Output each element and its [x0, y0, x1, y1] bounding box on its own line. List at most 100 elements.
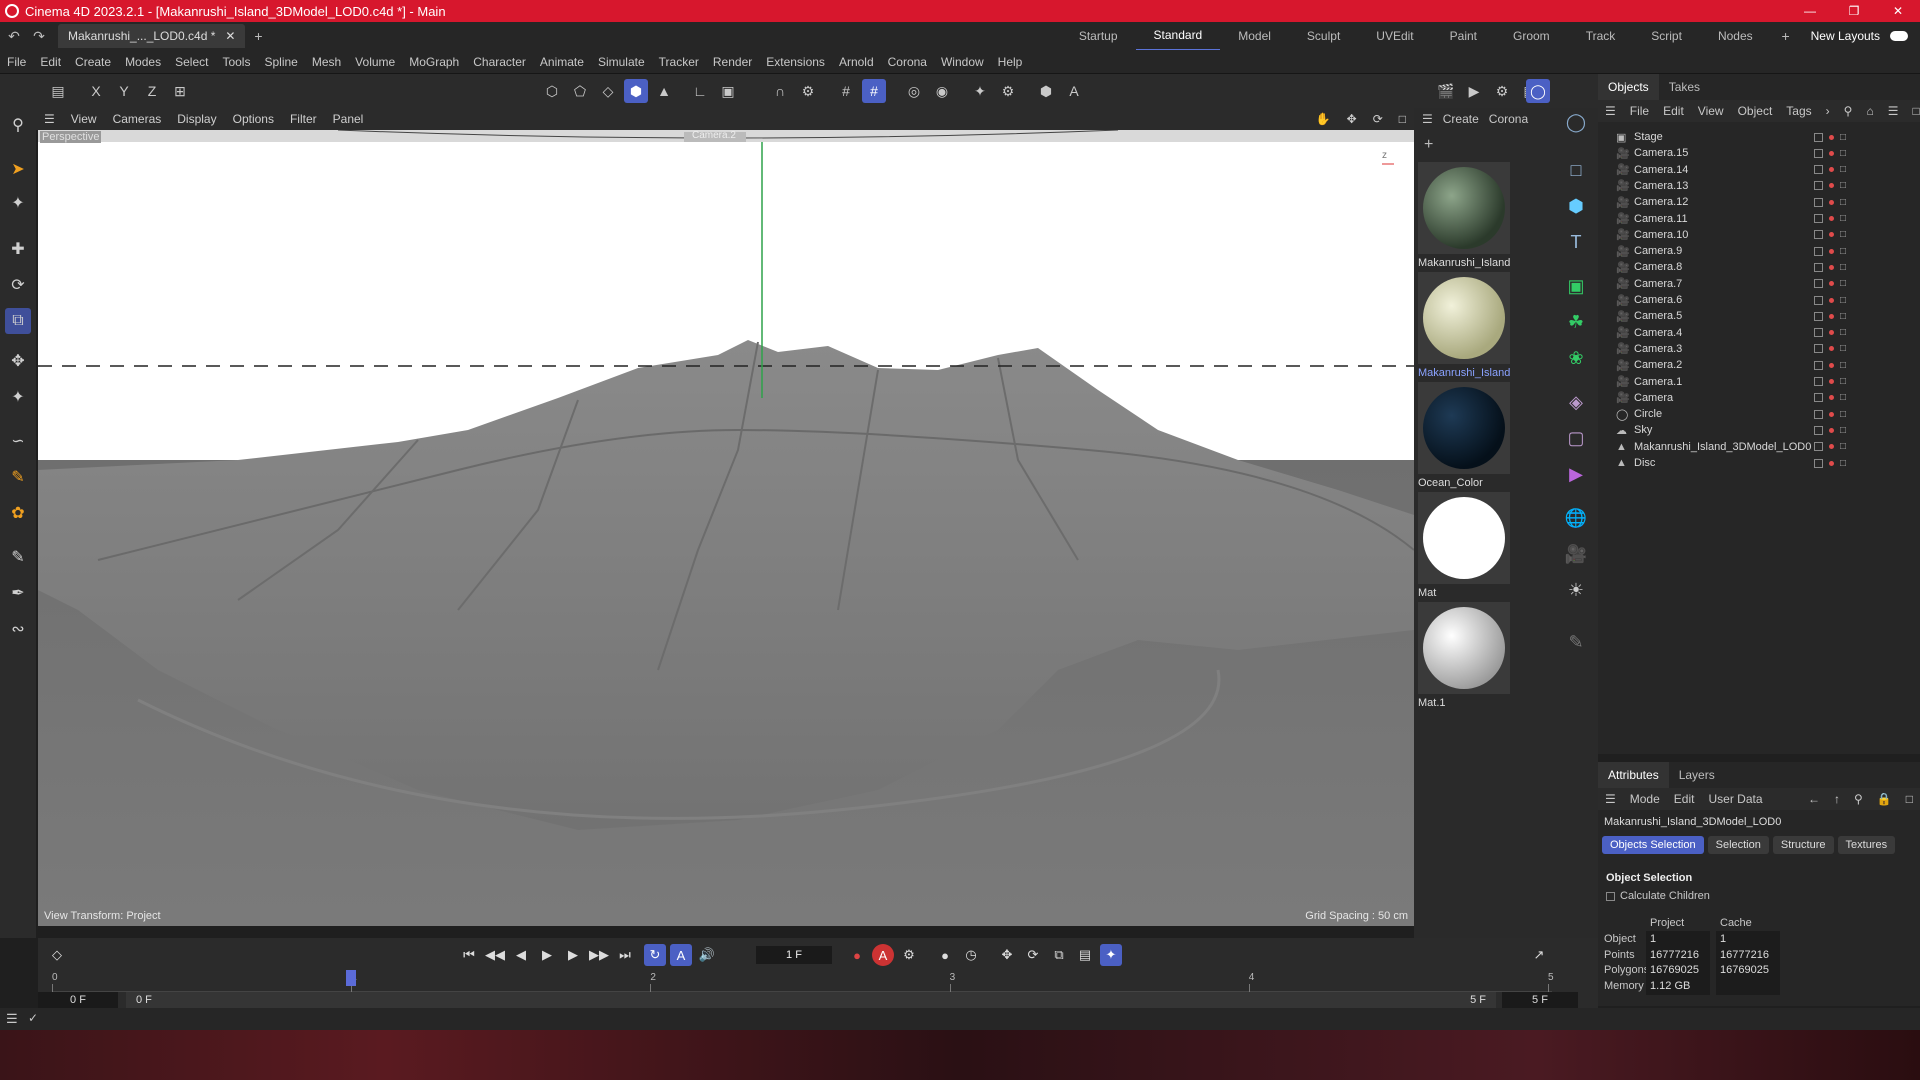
editor-visibility-dot[interactable] — [1829, 346, 1834, 352]
y-axis-toggle[interactable]: Y — [112, 79, 136, 103]
objects-menu-object[interactable]: Object — [1731, 104, 1780, 118]
coordinate-system-icon[interactable]: ⊞ — [168, 79, 192, 103]
hamburger-icon[interactable]: ☰ — [6, 1011, 18, 1027]
menu-mesh[interactable]: Mesh — [305, 55, 348, 69]
editor-visibility-dot[interactable] — [1829, 313, 1834, 319]
tag-icon[interactable]: □ — [1840, 392, 1846, 403]
layer-visibility-icon[interactable] — [1814, 262, 1823, 272]
layer-visibility-icon[interactable] — [1814, 279, 1823, 289]
layer-visibility-icon[interactable] — [1814, 181, 1823, 191]
layer-visibility-icon[interactable] — [1814, 377, 1823, 386]
subtab-textures[interactable]: Textures — [1837, 836, 1896, 854]
layer-visibility-icon[interactable] — [1814, 165, 1823, 175]
check-icon[interactable]: ✓ — [28, 1011, 38, 1025]
layer-visibility-icon[interactable] — [1814, 132, 1823, 142]
tag-icon[interactable]: □ — [1840, 343, 1846, 354]
x-axis-toggle[interactable]: X — [84, 79, 108, 103]
tab-attributes[interactable]: Attributes — [1598, 762, 1669, 788]
knife-icon[interactable]: ∽ — [5, 428, 31, 454]
menu-edit[interactable]: Edit — [33, 55, 68, 69]
layout-tab-startup[interactable]: Startup — [1061, 22, 1136, 50]
search-icon[interactable]: ⚲ — [5, 112, 31, 138]
param-key-icon[interactable]: ▤ — [1074, 944, 1096, 966]
start-frame-field[interactable]: 0 F — [38, 992, 118, 1008]
tag-icon[interactable]: □ — [1840, 229, 1846, 240]
menu-spline[interactable]: Spline — [257, 55, 304, 69]
generator-icon[interactable]: ▣ — [1562, 272, 1590, 300]
subtab-selection[interactable]: Selection — [1707, 836, 1769, 854]
up-arrow-icon[interactable]: ↑ — [1827, 792, 1847, 806]
transform-icon[interactable]: ✥ — [5, 348, 31, 374]
object-row[interactable]: ▲ Disc □ — [1598, 453, 1920, 473]
viewport-menu-display[interactable]: Display — [169, 112, 224, 126]
position-key-icon[interactable]: ✥ — [996, 944, 1018, 966]
new-window-icon[interactable]: □ — [1899, 792, 1920, 806]
next-frame-icon[interactable]: ▶ — [562, 944, 584, 966]
menu-modes[interactable]: Modes — [118, 55, 168, 69]
deformer-icon[interactable]: ❀ — [1562, 344, 1590, 372]
scale-icon[interactable]: ⧉ — [5, 308, 31, 334]
editor-visibility-dot[interactable] — [1829, 297, 1834, 303]
polygon-pen-icon[interactable]: ✎ — [5, 464, 31, 490]
field-icon[interactable]: ◈ — [1562, 388, 1590, 416]
viewport-menu-icon[interactable]: ☰ — [36, 112, 63, 126]
layer-visibility-icon[interactable] — [1814, 344, 1823, 354]
interactive-render-icon[interactable]: ◯ — [1526, 79, 1550, 103]
material-menu-icon[interactable]: ☰ — [1422, 112, 1433, 126]
preview-range-slider[interactable]: 0 F 5 F — [126, 992, 1496, 1008]
layer-visibility-icon[interactable] — [1814, 328, 1823, 338]
snap-icon[interactable]: ∩ — [768, 79, 792, 103]
points-mode-icon[interactable]: ⬡ — [540, 79, 564, 103]
tag-icon[interactable]: ✎ — [1562, 628, 1590, 656]
menu-character[interactable]: Character — [466, 55, 533, 69]
scale-key-icon[interactable]: ⧉ — [1048, 944, 1070, 966]
grid-icon[interactable]: # — [834, 79, 858, 103]
tag-icon[interactable]: □ — [1840, 425, 1846, 436]
axis-mode-icon[interactable]: ∟ — [688, 79, 712, 103]
editor-visibility-dot[interactable] — [1829, 134, 1834, 140]
editor-visibility-dot[interactable] — [1829, 460, 1834, 466]
tag-icon[interactable]: □ — [1840, 376, 1846, 387]
material-swatch[interactable]: Mat.1 — [1418, 602, 1512, 709]
editor-visibility-dot[interactable] — [1829, 264, 1834, 270]
editor-visibility-dot[interactable] — [1829, 330, 1834, 336]
workplane-icon[interactable]: # — [862, 79, 886, 103]
layout-tab-nodes[interactable]: Nodes — [1700, 22, 1771, 50]
more-icon[interactable]: › — [1819, 104, 1837, 118]
viewport-menu-options[interactable]: Options — [225, 112, 282, 126]
viewport-menu-filter[interactable]: Filter — [282, 112, 325, 126]
viewport-projection-label[interactable]: Perspective — [40, 131, 102, 143]
layer-visibility-icon[interactable] — [1814, 295, 1823, 305]
material-swatch[interactable]: Makanrushi_Island — [1418, 162, 1512, 269]
editor-visibility-dot[interactable] — [1829, 183, 1834, 189]
calculate-children-option[interactable]: Calculate Children — [1606, 890, 1710, 902]
tag-icon[interactable]: □ — [1840, 278, 1846, 289]
filter-icon[interactable]: ☰ — [1881, 104, 1906, 118]
previous-key-icon[interactable]: ◀◀ — [484, 944, 506, 966]
layer-visibility-icon[interactable] — [1814, 360, 1823, 370]
layer-visibility-icon[interactable] — [1814, 409, 1823, 419]
layer-visibility-icon[interactable] — [1814, 393, 1823, 403]
editor-visibility-dot[interactable] — [1829, 216, 1834, 221]
tag-icon[interactable]: □ — [1840, 409, 1846, 420]
add-layout-icon[interactable]: + — [1771, 28, 1801, 44]
menu-window[interactable]: Window — [934, 55, 991, 69]
effector-icon[interactable]: ▶ — [1562, 460, 1590, 488]
minimize-icon[interactable]: — — [1788, 4, 1832, 18]
layout-tab-script[interactable]: Script — [1633, 22, 1700, 50]
pen-icon[interactable]: ✒ — [5, 580, 31, 606]
z-axis-toggle[interactable]: Z — [140, 79, 164, 103]
material-menu-corona[interactable]: Corona — [1489, 112, 1528, 126]
polygons-mode-icon[interactable]: ◇ — [596, 79, 620, 103]
subtab-objects-selection[interactable]: Objects Selection — [1602, 836, 1704, 854]
layer-visibility-icon[interactable] — [1814, 425, 1823, 435]
keyframe-icon[interactable]: ◇ — [46, 944, 68, 966]
go-to-start-icon[interactable]: ⏮ — [458, 944, 480, 966]
brush-icon[interactable]: ✎ — [5, 544, 31, 570]
attributes-menu-edit[interactable]: Edit — [1667, 792, 1702, 806]
menu-help[interactable]: Help — [991, 55, 1030, 69]
point-level-anim-icon[interactable]: ✦ — [1100, 944, 1122, 966]
search-icon[interactable]: ⚲ — [1837, 104, 1860, 118]
current-frame-field[interactable]: 1 F — [756, 946, 832, 964]
viewport-menu-view[interactable]: View — [63, 112, 105, 126]
